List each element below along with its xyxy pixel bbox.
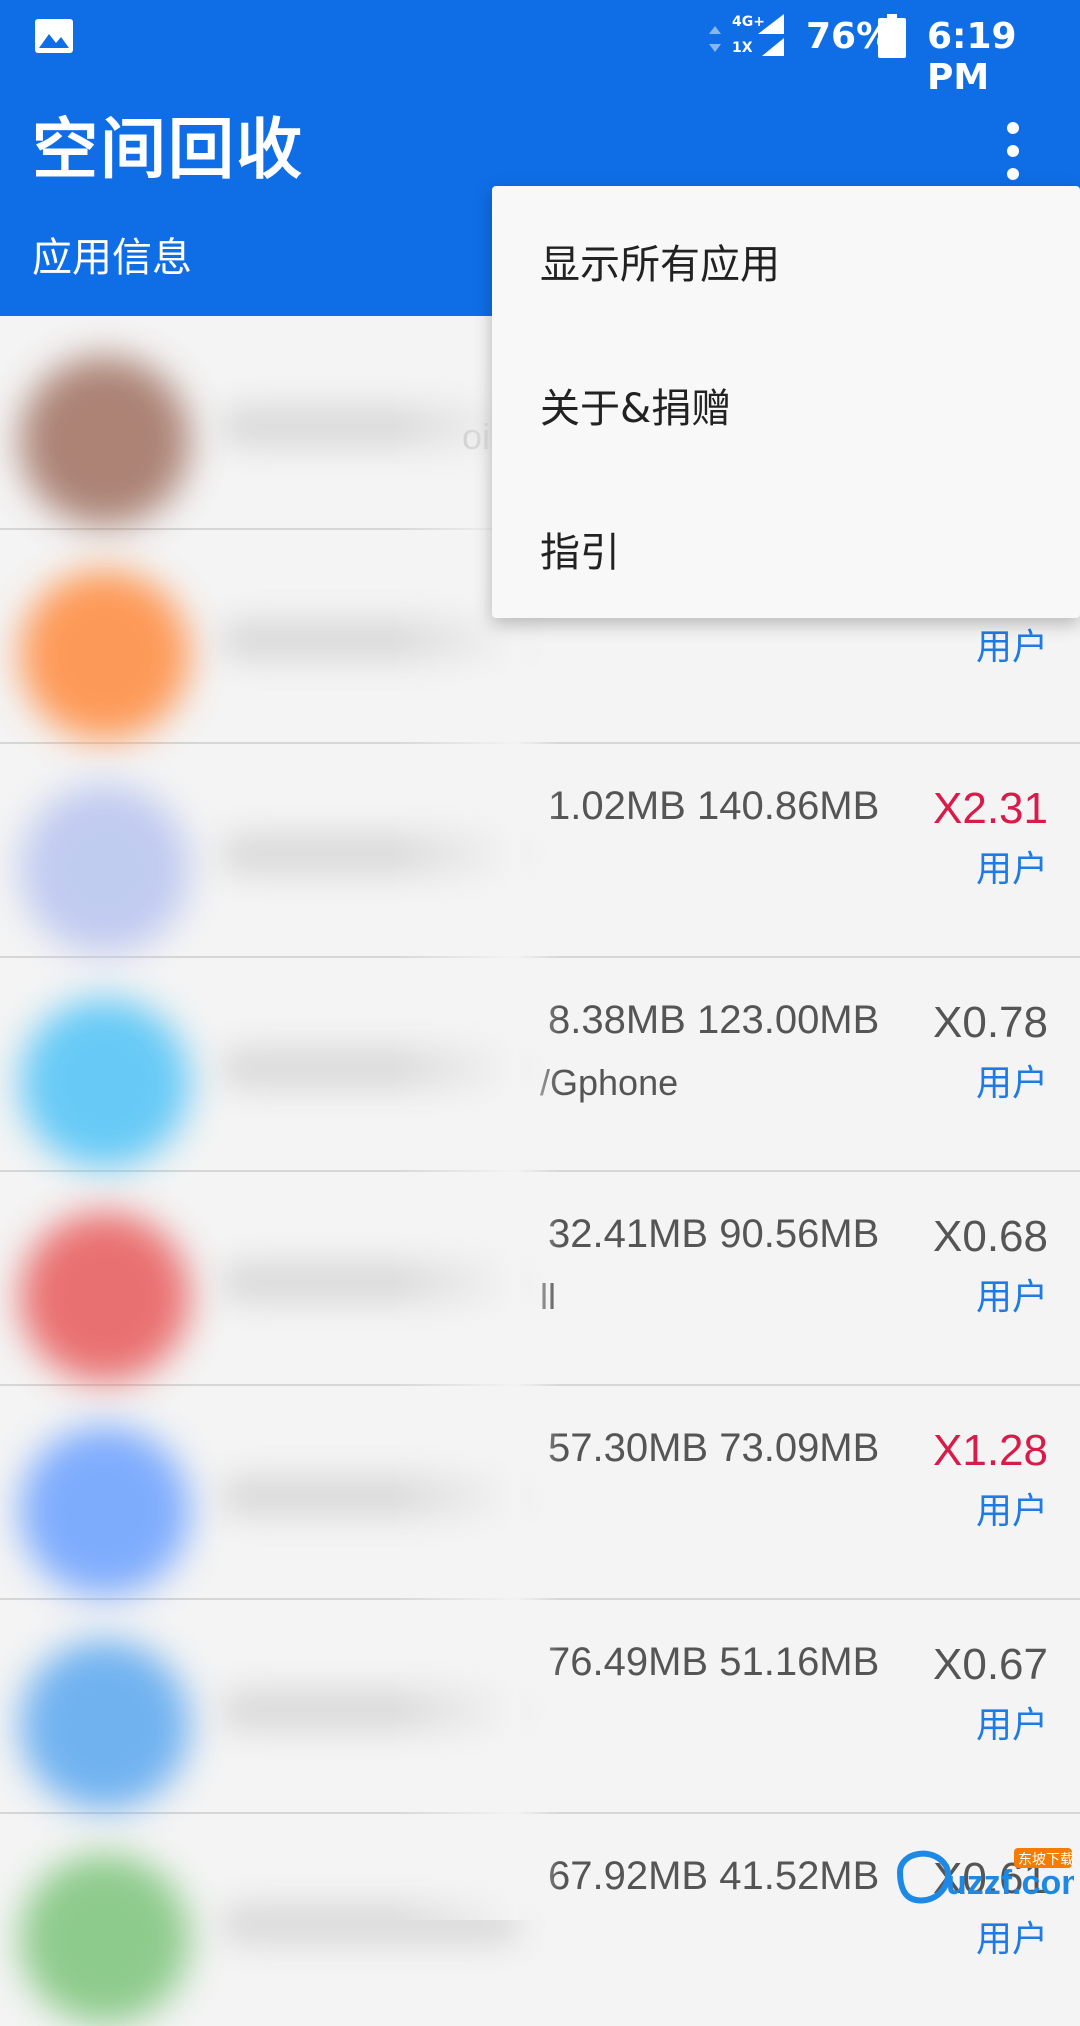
clock: 6:19 PM — [927, 16, 1017, 98]
overflow-popup-menu: 显示所有应用 关于&捐赠 指引 — [492, 186, 1080, 618]
app-name-blurred — [220, 1476, 520, 1516]
app-type-label: 用户 — [975, 1277, 1048, 1318]
package-name: ll — [540, 1276, 556, 1317]
list-item[interactable]: 8.38MB 123.00MB X0.78 /Gphone 用户 — [0, 958, 1080, 1172]
app-type-label: 用户 — [975, 1063, 1048, 1104]
app-type-label: 用户 — [975, 1491, 1048, 1532]
list-item[interactable]: 76.49MB 51.16MB X0.67 用户 — [0, 1600, 1080, 1814]
app-icon — [20, 1212, 190, 1382]
app-icon — [20, 1854, 190, 2024]
list-item[interactable]: 32.41MB 90.56MB X0.68 ll 用户 — [0, 1172, 1080, 1386]
size-ratio: X2.31 — [933, 784, 1048, 833]
app-sizes: 57.30MB 73.09MB — [548, 1426, 880, 1470]
menu-item-about-donate[interactable]: 关于&捐赠 — [492, 330, 1080, 474]
menu-item-label: 指引 — [540, 530, 620, 576]
app-name-blurred — [220, 1048, 520, 1088]
list-item[interactable]: 57.30MB 73.09MB X1.28 用户 — [0, 1386, 1080, 1600]
image-notification-icon — [35, 19, 73, 53]
app-sizes: 76.49MB 51.16MB — [548, 1640, 880, 1684]
app-type-label: 用户 — [975, 849, 1048, 890]
app-icon — [20, 998, 190, 1168]
app-name-blurred — [220, 1690, 520, 1730]
network-type-bottom: 1X — [732, 40, 753, 56]
watermark-tag: 东坡下载 — [1018, 1852, 1074, 1868]
page-title: 空间回收 — [32, 111, 304, 188]
app-name-blurred — [220, 834, 520, 874]
app-sizes: 1.02MB 140.86MB — [548, 784, 880, 828]
status-bar: 4G+ 1X 76% 6:19 PM — [0, 0, 1080, 98]
size-ratio: X1.28 — [933, 1426, 1048, 1475]
menu-item-label: 关于&捐赠 — [540, 386, 732, 432]
app-name-blurred — [220, 1904, 520, 1944]
app-type-label: 用户 — [975, 1705, 1048, 1746]
menu-item-show-all-apps[interactable]: 显示所有应用 — [492, 186, 1080, 330]
watermark-logo: uzzf.com 东坡下载 — [896, 1848, 1074, 1904]
page-subtitle: 应用信息 — [32, 235, 192, 281]
size-ratio: X0.68 — [933, 1212, 1048, 1261]
app-type-label: 用户 — [975, 1919, 1048, 1960]
signal-icon — [758, 14, 784, 56]
app-icon — [20, 356, 190, 526]
size-ratio: X0.78 — [933, 998, 1048, 1047]
app-sizes: 8.38MB 123.00MB — [548, 998, 880, 1042]
package-name: oi — [462, 416, 491, 457]
app-name-blurred — [220, 620, 520, 660]
app-sizes: 32.41MB 90.56MB — [548, 1212, 880, 1256]
app-type-label: 用户 — [975, 627, 1048, 668]
list-item[interactable]: 1.02MB 140.86MB X2.31 用户 — [0, 744, 1080, 958]
battery-icon — [878, 14, 906, 58]
package-name: /Gphone — [540, 1062, 679, 1103]
app-sizes: 67.92MB 41.52MB — [548, 1854, 880, 1898]
data-activity-icon — [709, 26, 721, 52]
size-ratio: X0.67 — [933, 1640, 1048, 1689]
app-icon — [20, 570, 190, 740]
menu-item-label: 显示所有应用 — [540, 242, 780, 288]
overflow-menu-icon[interactable] — [990, 118, 1036, 184]
app-name-blurred — [220, 1262, 520, 1302]
app-icon — [20, 1426, 190, 1596]
watermark-text: uzzf.com — [946, 1864, 1074, 1902]
app-icon — [20, 784, 190, 954]
app-icon — [20, 1640, 190, 1810]
menu-item-guide[interactable]: 指引 — [492, 474, 1080, 618]
